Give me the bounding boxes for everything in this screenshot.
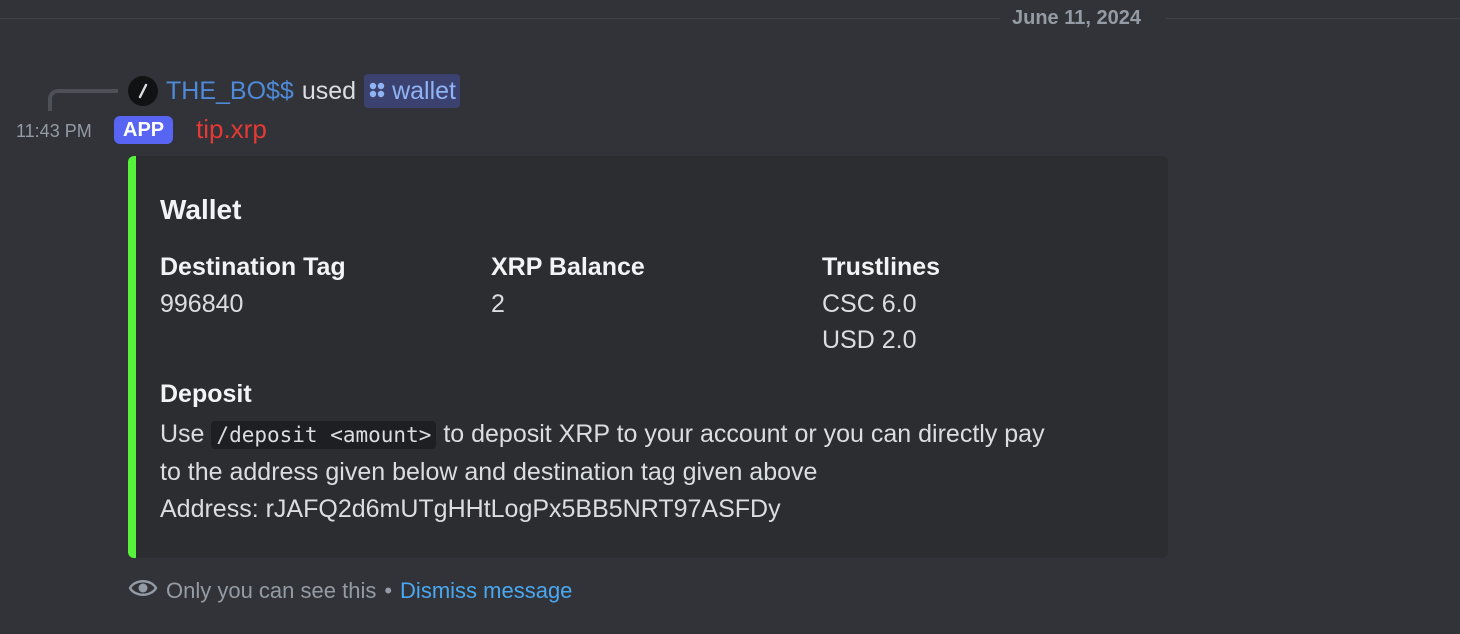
embed-title: Wallet xyxy=(160,194,242,225)
eye-icon xyxy=(128,576,158,606)
divider-date: June 11, 2024 xyxy=(1012,7,1141,29)
command-mention[interactable]: wallet xyxy=(364,74,460,108)
reply-username[interactable]: THE_BO$$ xyxy=(166,77,294,106)
field-destination-tag: Destination Tag 996840 xyxy=(160,252,460,322)
field-value: 2 xyxy=(491,290,505,318)
field-trustlines: Trustlines CSC 6.0 USD 2.0 xyxy=(822,252,1122,358)
message-timestamp[interactable]: 11:43 PM xyxy=(16,121,92,142)
field-name: XRP Balance xyxy=(491,253,645,281)
footer-separator: • xyxy=(384,578,393,603)
deposit-use-text: Use xyxy=(160,420,205,448)
ephemeral-notice: Only you can see this xyxy=(166,578,377,603)
field-name: Trustlines xyxy=(822,253,941,281)
command-name: wallet xyxy=(392,76,456,105)
deposit-field-name: Deposit xyxy=(160,380,252,408)
field-value: 996840 xyxy=(160,290,244,318)
command-reply-header: THE_BO$$ used wallet xyxy=(128,74,460,108)
ephemeral-footer: Only you can see this • Dismiss message xyxy=(128,574,572,608)
slash-command-icon xyxy=(128,76,158,106)
field-name: Destination Tag xyxy=(160,253,346,281)
app-badge: APP xyxy=(114,116,174,144)
date-divider: June 11, 2024 xyxy=(0,0,1460,38)
field-xrp-balance: XRP Balance 2 xyxy=(491,252,791,322)
app-grid-icon xyxy=(368,77,386,106)
deposit-address: Address: rJAFQ2d6mUTgHHtLogPx5BB5NRT97AS… xyxy=(160,495,781,523)
reply-spine xyxy=(48,89,118,111)
deposit-command-code: /deposit <amount> xyxy=(211,421,437,449)
deposit-field-value: Use /deposit <amount> to deposit XRP to … xyxy=(160,416,1150,528)
deposit-line1-text: to deposit XRP to your account or you ca… xyxy=(443,420,1045,448)
reply-used-text: used xyxy=(301,76,357,105)
divider-line-left xyxy=(0,18,1000,19)
dismiss-message-link[interactable]: Dismiss message xyxy=(400,578,572,604)
deposit-line-2: to the address given below and destinati… xyxy=(160,458,818,486)
wallet-embed: Wallet Destination Tag 996840 XRP Balanc… xyxy=(128,156,1168,558)
deposit-line-1: Use /deposit <amount> to deposit XRP to … xyxy=(160,416,1150,454)
field-value: CSC 6.0 USD 2.0 xyxy=(822,290,917,354)
bot-username[interactable]: tip.xrp xyxy=(196,114,267,145)
divider-line-right xyxy=(1166,18,1460,19)
